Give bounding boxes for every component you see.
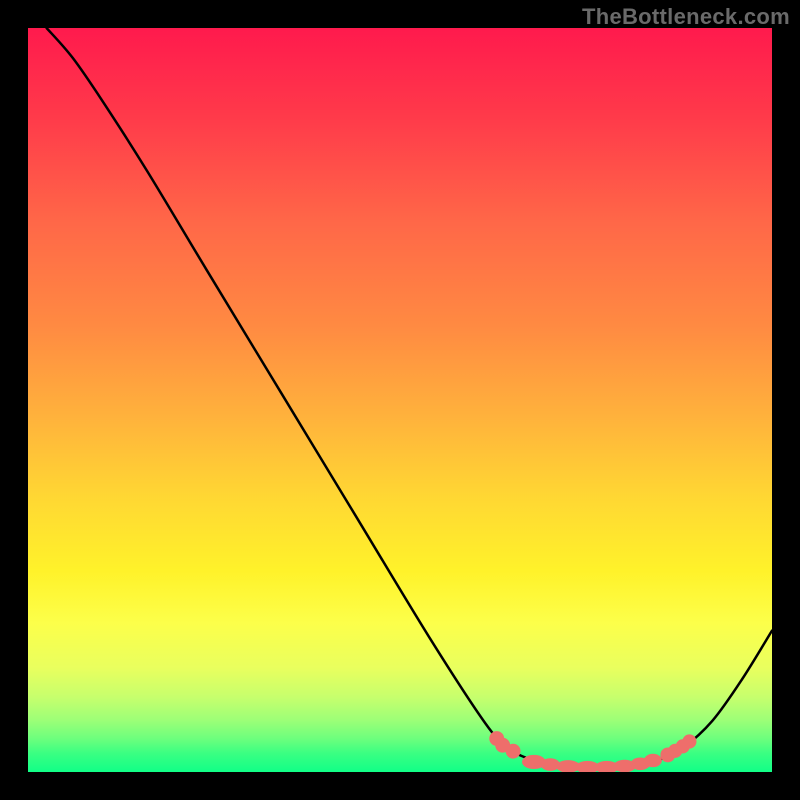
marker-dot	[644, 754, 662, 767]
page-root: TheBottleneck.com	[0, 0, 800, 800]
marker-dot	[682, 734, 696, 748]
chart-svg	[28, 28, 772, 772]
optimal-zone-markers	[489, 731, 696, 772]
watermark-text: TheBottleneck.com	[582, 4, 790, 30]
marker-dot	[506, 744, 521, 759]
bottleneck-curve	[47, 28, 772, 768]
plot-area	[28, 28, 772, 772]
